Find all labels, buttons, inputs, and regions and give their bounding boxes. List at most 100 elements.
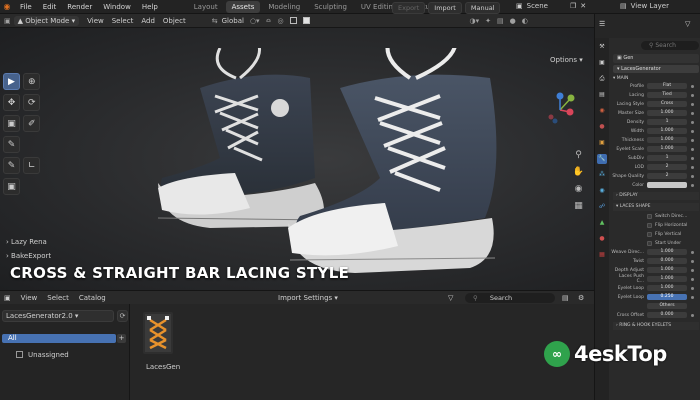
select-box-tool-icon[interactable]: ▶ — [3, 73, 20, 90]
render-tab-icon[interactable]: ▣ — [597, 58, 607, 68]
checkbox[interactable] — [647, 213, 652, 219]
prop-row-density[interactable]: Density 1 — [611, 118, 700, 126]
prop-row-eyelet-loop[interactable]: Eyelet Loop 1.000 — [611, 284, 700, 292]
ruler-tool-icon[interactable]: ∟ — [23, 157, 41, 174]
modifier-tab-icon[interactable]: 🔧 — [597, 154, 607, 164]
prop-value[interactable]: 1.000 — [647, 249, 687, 255]
keyframe-dot-icon[interactable] — [691, 250, 694, 254]
import-settings-dropdown[interactable]: Import Settings ▾ — [268, 294, 338, 302]
particles-tab-icon[interactable]: ⁂ — [597, 170, 607, 180]
keyframe-dot-icon[interactable] — [691, 286, 694, 290]
asset-menu-view[interactable]: View — [21, 294, 38, 302]
object-name-field[interactable]: ▣ Gen — [613, 54, 699, 63]
prop-value[interactable]: 0.250 — [647, 294, 687, 300]
scene-tab-icon[interactable]: ◉ — [597, 106, 607, 116]
add-catalog-icon[interactable]: + — [117, 334, 126, 343]
keyframe-dot-icon[interactable] — [691, 277, 694, 281]
annotate-tool-icon[interactable]: ✎ — [3, 136, 20, 153]
checkbox[interactable] — [647, 231, 652, 237]
keyframe-dot-icon[interactable] — [691, 111, 694, 115]
material-tab-icon[interactable]: ● — [597, 234, 607, 244]
prop-row-shape-quality[interactable]: Shape Quality 2 — [611, 172, 700, 180]
check-flip-horizontal[interactable]: Flip Horizontal — [611, 221, 700, 229]
keyframe-dot-icon[interactable] — [691, 165, 694, 169]
asset-search-input[interactable]: ⚲ Search — [465, 293, 555, 303]
menu-edit[interactable]: Edit — [43, 3, 57, 11]
menu-file[interactable]: File — [20, 3, 32, 11]
prop-value[interactable]: 0.000 — [647, 312, 687, 318]
asset-library-dropdown[interactable]: LacesGenerator2.0 ▾ — [2, 310, 114, 322]
prop-row-profile[interactable]: Profile Flat — [611, 82, 700, 90]
prop-row-eyelet-scale[interactable]: Eyelet Scale 1.000 — [611, 145, 700, 153]
options-dropdown[interactable]: Options ▾ — [550, 56, 583, 64]
pan-hand-icon[interactable]: ✋ — [572, 167, 585, 180]
viewport-menu-add[interactable]: Add — [141, 17, 155, 25]
prop-row-twist[interactable]: Twist 0.000 — [611, 257, 700, 265]
modifier-header[interactable]: ▾ LacesGenerator — [613, 65, 699, 73]
zoom-icon[interactable]: ⚲ — [572, 150, 585, 163]
keyframe-dot-icon[interactable] — [691, 129, 694, 133]
prop-value[interactable]: 1.000 — [647, 110, 687, 116]
proportional-edit-icon[interactable]: ◎ — [277, 17, 283, 25]
catalog-all[interactable]: All — [2, 334, 116, 343]
prop-row-color[interactable]: Color — [611, 181, 700, 189]
prop-value[interactable]: 1 — [647, 119, 687, 125]
scale-tool-icon[interactable]: ▣ — [3, 115, 20, 132]
prop-row-cross-offset[interactable]: Cross Offset 0.000 — [611, 311, 700, 319]
asset-settings-gear-icon[interactable]: ⚙ — [578, 294, 584, 302]
section-display[interactable]: › DISPLAY — [613, 192, 699, 200]
z-axis-gizmo-icon[interactable] — [556, 92, 564, 100]
refresh-library-icon[interactable]: ⟳ — [117, 310, 128, 322]
texture-tab-icon[interactable]: ▦ — [597, 250, 607, 260]
keyframe-dot-icon[interactable] — [691, 259, 694, 263]
neg-z-gizmo-icon[interactable] — [552, 118, 558, 124]
overlay-icon[interactable]: ◑▾ — [470, 17, 480, 25]
pivot-icon[interactable]: ○▾ — [250, 17, 260, 25]
asset-menu-catalog[interactable]: Catalog — [79, 294, 106, 302]
tab-layout[interactable]: Layout — [188, 1, 224, 13]
viewport-menu-view[interactable]: View — [87, 17, 104, 25]
prop-row-lod[interactable]: LOD 2 — [611, 163, 700, 171]
import-button[interactable]: Import — [428, 2, 462, 14]
tool-tab-icon[interactable]: ⚒ — [597, 42, 607, 52]
viewport-menu-select[interactable]: Select — [112, 17, 134, 25]
physics-tab-icon[interactable]: ◉ — [597, 186, 607, 196]
asset-editor-type-icon[interactable]: ▣ — [4, 294, 11, 302]
keyframe-dot-icon[interactable] — [691, 138, 694, 142]
filter-icon[interactable]: ▽ — [448, 294, 453, 302]
viewport-square-icon[interactable] — [289, 17, 297, 24]
prop-row-laces-push[interactable]: Laces Push C... 1.000 — [611, 274, 700, 284]
prop-value[interactable]: 1.000 — [647, 276, 687, 282]
catalog-unassigned[interactable]: Unassigned — [28, 351, 69, 359]
prop-row-master-size[interactable]: Master Size 1.000 — [611, 109, 700, 117]
world-tab-icon[interactable]: ● — [597, 122, 607, 132]
transform-tool-icon[interactable]: ✐ — [23, 115, 41, 132]
prop-row-depth-adjust[interactable]: Depth Adjust 1.000 — [611, 266, 700, 274]
editor-type-icon[interactable]: ▣ — [4, 17, 11, 25]
prop-value[interactable]: 1.000 — [647, 146, 687, 152]
checkbox[interactable] — [647, 240, 652, 246]
prop-value[interactable]: Flat — [647, 83, 687, 89]
prop-value[interactable]: 1.000 — [647, 267, 687, 273]
add-cube-tool-icon[interactable]: ▣ — [3, 178, 20, 195]
grid-icon[interactable]: ▦ — [572, 201, 585, 214]
view-layer-selector[interactable]: ▤ View Layer — [620, 2, 669, 10]
view-layer-tab-icon[interactable]: ▤ — [597, 90, 607, 100]
asset-thumbnail-lacesgen[interactable] — [143, 312, 173, 354]
measure-tool-icon[interactable]: ✎ — [3, 157, 20, 174]
prop-row-eyelet-loop-2[interactable]: Eyelet Loop 0.250 — [611, 293, 700, 301]
check-flip-vertical[interactable]: Flip Vertical — [611, 230, 700, 238]
prop-value[interactable]: 1.000 — [647, 137, 687, 143]
prop-value[interactable]: 2 — [647, 173, 687, 179]
shading-solid-icon[interactable]: ● — [510, 17, 516, 25]
mode-dropdown[interactable]: ▲ Object Mode ▾ — [13, 15, 80, 26]
data-tab-icon[interactable]: ▲ — [597, 218, 607, 228]
keyframe-dot-icon[interactable] — [691, 84, 694, 88]
prop-value[interactable]: Tied — [647, 92, 687, 98]
check-switch-direction[interactable]: Switch Direc... — [611, 212, 700, 220]
keyframe-dot-icon[interactable] — [691, 295, 694, 299]
close-icon[interactable]: ✕ — [580, 2, 586, 10]
prop-value[interactable]: Others — [647, 303, 687, 309]
keyframe-dot-icon[interactable] — [691, 120, 694, 124]
shading-material-icon[interactable]: ◐ — [522, 17, 528, 25]
